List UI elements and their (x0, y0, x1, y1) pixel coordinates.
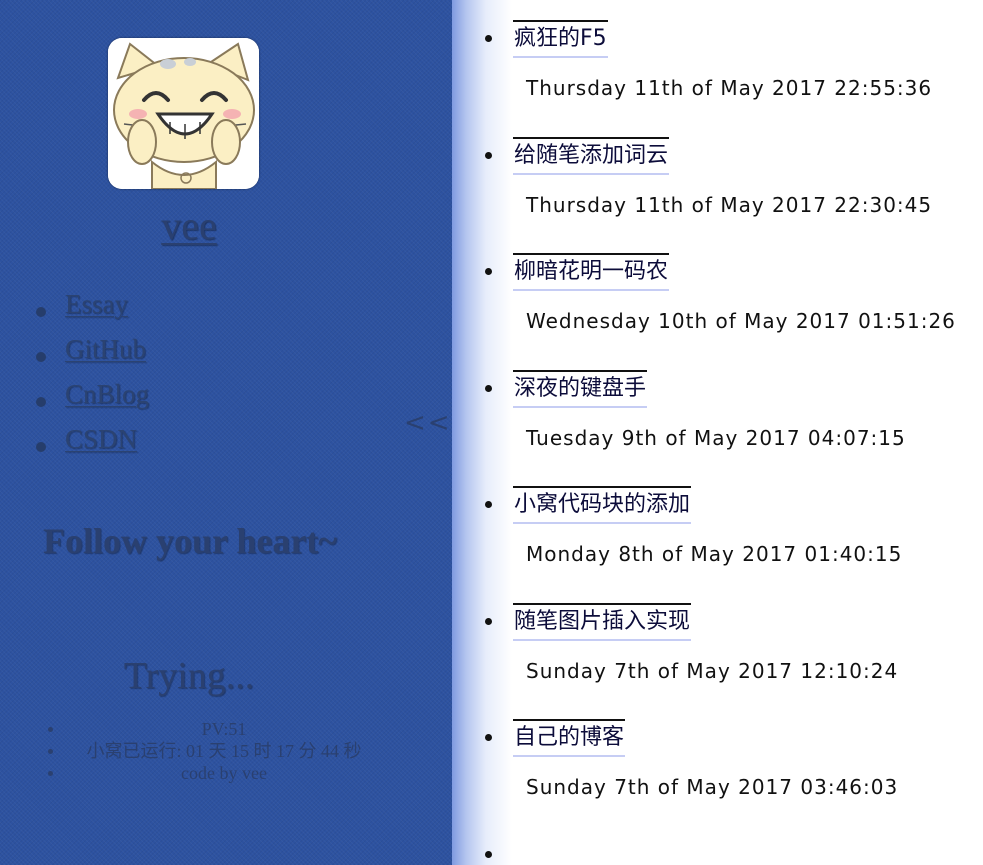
cat-avatar-icon (108, 38, 259, 189)
bullet-icon (36, 352, 46, 362)
sidebar-collapse-button[interactable]: << (404, 408, 452, 438)
footer-item-uptime: 小窝已运行: 01 天 15 时 17 分 44 秒 (48, 740, 382, 762)
bullet-icon (36, 307, 46, 317)
post-title-link[interactable]: 深夜的键盘手 (513, 369, 648, 408)
footer-item-credit: code by vee (48, 762, 382, 784)
nav-link-github[interactable]: GitHub (65, 334, 146, 364)
nav-item-github: GitHub (0, 331, 149, 376)
bullet-icon (48, 771, 53, 776)
motto-heading: Follow your heart~ (42, 521, 338, 561)
post-date: Thursday 11th of May 2017 22:55:36 (526, 76, 933, 100)
page-view-count: PV:51 (201, 719, 247, 739)
post-title-link[interactable]: 自己的博客 (513, 719, 626, 757)
bullet-icon (485, 501, 492, 508)
bullet-icon (485, 35, 492, 42)
nav-link-essay[interactable]: Essay (65, 289, 128, 319)
bullet-icon (48, 727, 53, 732)
post-date: Thursday 11th of May 2017 22:30:45 (526, 192, 933, 217)
post-title-link[interactable]: 疯狂的F5 (513, 20, 608, 58)
nav-link-cnblog[interactable]: CnBlog (65, 379, 149, 409)
post-list-panel: 疯狂的F5 Thursday 11th of May 2017 22:55:36… (452, 0, 983, 865)
sidebar-nav: Essay GitHub CnBlog CSDN (0, 286, 149, 466)
post-title-link[interactable]: 小窝代码块的添加 (513, 486, 692, 524)
status-text: Trying... (123, 655, 255, 697)
nav-link-csdn[interactable]: CSDN (65, 424, 137, 454)
bullet-icon (485, 268, 492, 275)
site-name-link[interactable]: vee (0, 202, 378, 249)
uptime-text: 小窝已运行: 01 天 15 时 17 分 44 秒 (86, 741, 362, 761)
site-footer: PV:51 小窝已运行: 01 天 15 时 17 分 44 秒 code by… (48, 718, 382, 784)
sidebar: vee Essay GitHub CnBlog CSDN << Follow y… (0, 0, 452, 865)
bullet-icon (48, 749, 53, 754)
footer-item-pv: PV:51 (48, 718, 382, 740)
post-title-link[interactable]: 给随笔添加词云 (513, 136, 670, 175)
bullet-icon (485, 734, 492, 741)
post-title-link[interactable]: 柳暗花明一码农 (513, 253, 670, 291)
bullet-icon (36, 442, 46, 452)
post-date: Tuesday 9th of May 2017 04:07:15 (526, 425, 906, 450)
bullet-icon (485, 151, 492, 159)
nav-item-cnblog: CnBlog (0, 376, 149, 421)
credit-text: code by vee (181, 763, 267, 783)
bullet-icon (485, 617, 492, 625)
post-date: Monday 8th of May 2017 01:40:15 (526, 542, 903, 566)
avatar[interactable] (108, 38, 259, 189)
bullet-icon (485, 850, 492, 858)
post-date: Sunday 7th of May 2017 03:46:03 (526, 775, 899, 799)
bullet-icon (485, 384, 492, 392)
bullet-icon (36, 397, 46, 407)
post-date: Sunday 7th of May 2017 12:10:24 (526, 658, 899, 683)
nav-item-csdn: CSDN (0, 421, 149, 466)
post-date: Wednesday 10th of May 2017 01:51:26 (526, 309, 956, 333)
nav-item-essay: Essay (0, 286, 149, 331)
post-title-link[interactable]: 随笔图片插入实现 (513, 602, 692, 641)
